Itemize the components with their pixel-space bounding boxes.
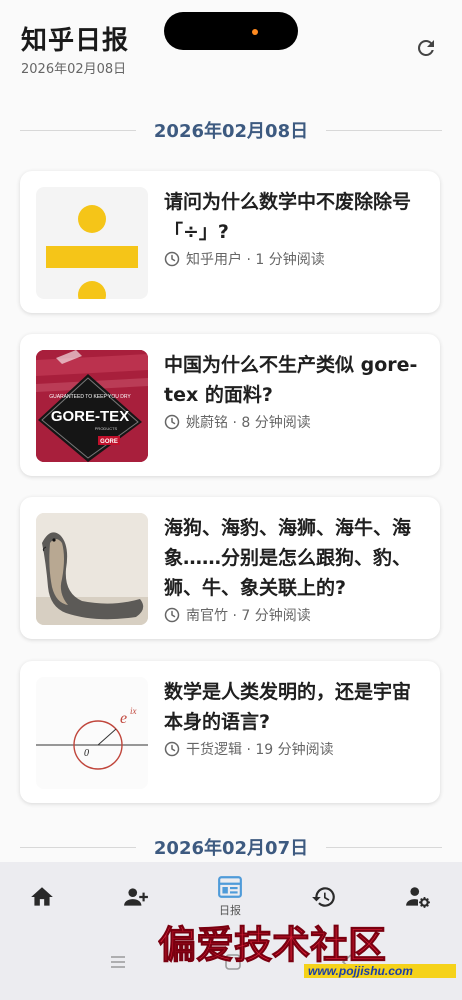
sea-lion-image [36, 513, 148, 625]
story-meta: 知乎用户 · 1 分钟阅读 [164, 249, 325, 269]
watermark-logo: 偏爱技术社区 www.pojjishu.com [158, 923, 456, 978]
story-card[interactable]: 海狗、海豹、海狮、海牛、海象……分别是怎么跟狗、豹、狮、牛、象关联上的? 南官竹… [20, 497, 440, 639]
story-thumbnail [36, 187, 148, 299]
divider-line [20, 129, 136, 131]
origin-text: 0 [84, 748, 89, 759]
euler-exp-text: ix [130, 706, 137, 716]
date-separator: 2026年02月07日 [20, 832, 443, 862]
date-separator: 2026年02月08日 [20, 115, 443, 145]
clock-icon [164, 414, 180, 430]
refresh-icon [418, 40, 434, 56]
euler-e-text: e [120, 710, 127, 727]
gore-small-text: GUARANTEED TO KEEP YOU DRY [49, 394, 131, 400]
app-title: 知乎日报 [21, 26, 130, 56]
story-meta: 干货逻辑 · 19 分钟阅读 [164, 739, 334, 759]
story-title: 中国为什么不生产类似 gore-tex 的面料? [164, 354, 418, 406]
watermark-brand: 偏爱技术社区 [158, 923, 386, 967]
story-thumbnail: GUARANTEED TO KEEP YOU DRY GORE-TEX PROD… [36, 350, 148, 462]
story-title: 数学是人类发明的，还是宇宙本身的语言? [164, 681, 412, 733]
divider-line [20, 846, 136, 848]
divider-line [326, 129, 443, 131]
story-card[interactable]: 请问为什么数学中不废除除号「÷」? 知乎用户 · 1 分钟阅读 [20, 171, 440, 313]
gore-tex-image: GUARANTEED TO KEEP YOU DRY GORE-TEX PROD… [36, 350, 148, 462]
story-meta: 姚蔚铭 · 8 分钟阅读 [164, 412, 311, 432]
story-meta-text: 干货逻辑 · 19 分钟阅读 [186, 742, 334, 758]
story-meta-text: 南官竹 · 7 分钟阅读 [186, 608, 311, 624]
nav-add-person[interactable] [106, 862, 166, 932]
watermark-url: www.pojjishu.com [308, 964, 413, 978]
story-meta-text: 知乎用户 · 1 分钟阅读 [186, 252, 325, 268]
euler-formula-image: e ix 0 [36, 677, 148, 789]
story-card[interactable]: GUARANTEED TO KEEP YOU DRY GORE-TEX PROD… [20, 334, 440, 476]
clock-icon [164, 741, 180, 757]
divider-line [326, 846, 443, 848]
clock-icon [164, 607, 180, 623]
gore-brand-text: GORE-TEX [51, 408, 129, 425]
story-thumbnail: e ix 0 [36, 677, 148, 789]
user-settings-icon [406, 887, 430, 908]
daily-icon [218, 876, 242, 898]
clock-icon [164, 251, 180, 267]
history-icon [312, 887, 335, 907]
menu-icon [111, 956, 125, 968]
gore-sub-text: PRODUCTS [95, 426, 118, 431]
nav-home[interactable] [12, 862, 72, 932]
gore-logo-text: GORE [100, 439, 118, 445]
story-title: 海狗、海豹、海狮、海牛、海象……分别是怎么跟狗、豹、狮、牛、象关联上的? [164, 517, 412, 599]
nav-daily-label: 日报 [219, 904, 241, 917]
division-sign-image [46, 205, 138, 299]
refresh-button[interactable] [412, 34, 440, 62]
story-thumbnail [36, 513, 148, 625]
story-meta: 南官竹 · 7 分钟阅读 [164, 605, 311, 625]
story-card[interactable]: e ix 0 数学是人类发明的，还是宇宙本身的语言? 干货逻辑 · 19 分钟阅… [20, 661, 440, 803]
story-title: 请问为什么数学中不废除除号「÷」? [164, 191, 412, 243]
home-icon [31, 887, 53, 906]
system-menu-button[interactable] [108, 952, 128, 976]
section-date: 2026年02月07日 [153, 838, 309, 859]
story-meta-text: 姚蔚铭 · 8 分钟阅读 [186, 415, 311, 431]
section-date: 2026年02月08日 [153, 121, 309, 142]
app-header: 知乎日报 2026年02月08日 [0, 0, 462, 90]
header-date: 2026年02月08日 [21, 62, 127, 77]
add-person-icon [124, 888, 148, 906]
